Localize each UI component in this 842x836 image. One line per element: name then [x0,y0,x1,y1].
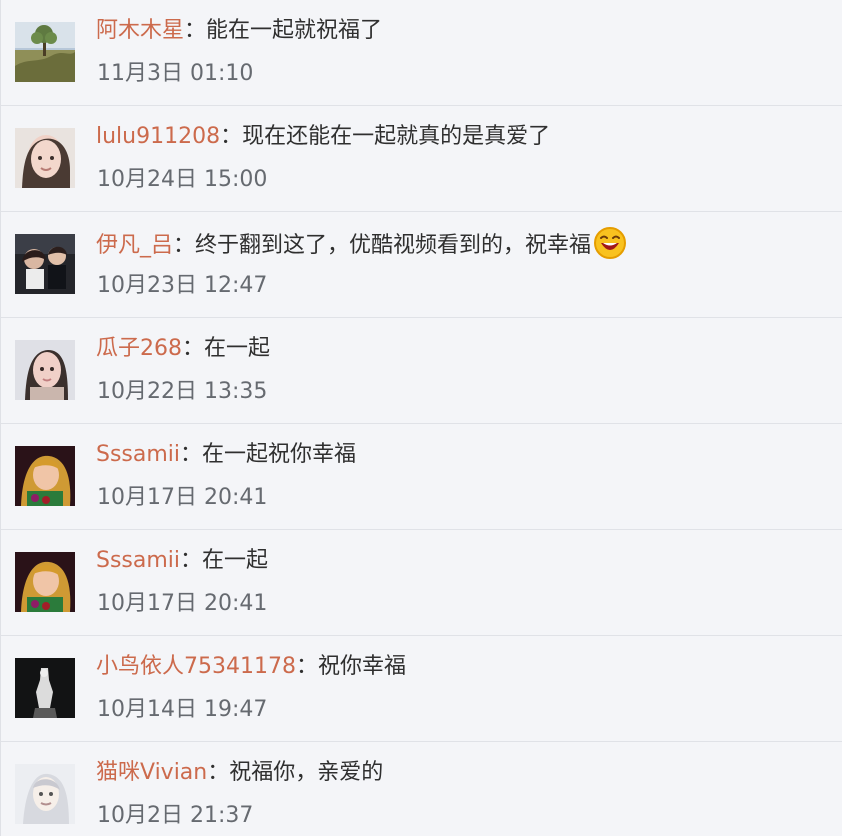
separator: ： [220,124,243,149]
avatar[interactable] [15,22,75,82]
timestamp: 10月22日 13:35 [97,379,268,404]
comment-item: 瓜子268：在一起 10月22日 13:35 [1,318,842,424]
username-link[interactable]: Sssamii [96,548,180,573]
timestamp: 10月24日 15:00 [97,167,268,192]
comment-text: 现在还能在一起就真的是真爱了 [242,124,551,149]
comment-item: 猫咪Vivian：祝福你，亲爱的 10月2日 21:37 [1,742,842,836]
comment-text: 在一起祝你幸福 [202,442,357,467]
username-link[interactable]: 阿木木星 [96,18,184,43]
avatar[interactable] [15,764,75,824]
comment-item: 伊凡_吕：终于翻到这了，优酷视频看到的，祝幸福 10月23日 12:47 [1,212,842,318]
username-link[interactable]: Sssamii [96,442,180,467]
separator: ： [180,442,203,467]
avatar[interactable] [15,340,75,400]
separator: ： [182,336,205,361]
username-link[interactable]: 猫咪Vivian [96,760,207,785]
separator: ： [173,233,196,258]
timestamp: 10月14日 19:47 [97,697,268,722]
comment-text: 在一起 [202,548,269,573]
comment-item: lulu911208：现在还能在一起就真的是真爱了 10月24日 15:00 [1,106,842,212]
username-link[interactable]: 瓜子268 [96,336,182,361]
comment-list: 阿木木星：能在一起就祝福了 11月3日 01:10 lulu911208：现在还… [0,0,842,836]
username-link[interactable]: lulu911208 [96,124,220,149]
avatar[interactable] [15,234,75,294]
comment-text: 祝你幸福 [318,654,407,679]
avatar[interactable] [15,658,75,718]
comment-item: Sssamii：在一起 10月17日 20:41 [1,530,842,636]
username-link[interactable]: 小鸟依人75341178 [96,654,296,679]
avatar[interactable] [15,446,75,506]
comment-text: 祝福你，亲爱的 [229,760,384,785]
avatar[interactable] [15,552,75,612]
avatar[interactable] [15,128,75,188]
separator: ： [180,548,203,573]
timestamp: 10月17日 20:41 [97,591,268,616]
comment-text: 在一起 [204,336,271,361]
separator: ： [295,654,318,679]
timestamp: 10月23日 12:47 [97,273,268,298]
timestamp: 11月3日 01:10 [97,61,254,86]
comment-item: 阿木木星：能在一起就祝福了 11月3日 01:10 [1,0,842,106]
comment-text: 能在一起就祝福了 [206,18,383,43]
laughing-emoji-icon [593,226,627,271]
timestamp: 10月2日 21:37 [97,803,254,828]
timestamp: 10月17日 20:41 [97,485,268,510]
username-link[interactable]: 伊凡_吕 [96,233,173,258]
separator: ： [207,760,230,785]
separator: ： [184,18,207,43]
comment-item: Sssamii：在一起祝你幸福 10月17日 20:41 [1,424,842,530]
comment-item: 小鸟依人75341178：祝你幸福 10月14日 19:47 [1,636,842,742]
comment-text: 终于翻到这了，优酷视频看到的，祝幸福 [195,233,592,258]
